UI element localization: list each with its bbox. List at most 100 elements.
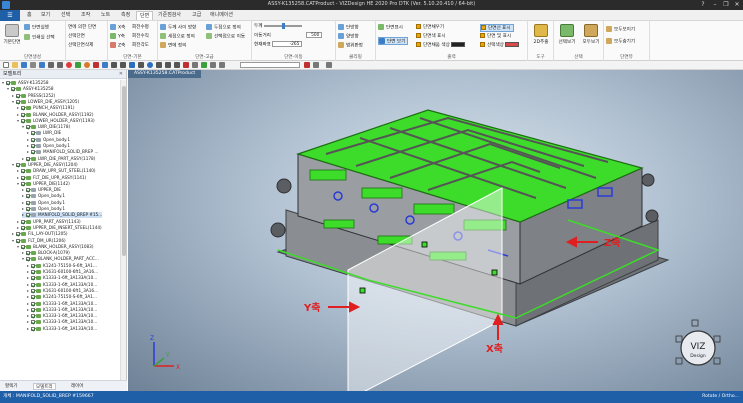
visibility-checkbox[interactable] <box>31 288 35 293</box>
tree-row[interactable]: ▸ K1333-1-6ft_3A133A(10... <box>27 301 97 307</box>
tree-row[interactable]: ▸ BLANK_HOLDER_ASSY(1192) <box>17 112 93 118</box>
polygon-icon[interactable] <box>129 62 135 68</box>
visibility-checkbox[interactable] <box>16 238 20 243</box>
tree-row[interactable]: ▾ LOWER_DIE_ASSY(1205) <box>12 99 79 105</box>
visibility-checkbox[interactable] <box>26 251 30 256</box>
redo-icon[interactable] <box>57 62 63 68</box>
visibility-checkbox[interactable] <box>31 320 35 325</box>
tree-row[interactable]: ▸ UPR_PART_ASSY(1143) <box>17 219 81 225</box>
visibility-checkbox[interactable] <box>31 301 35 306</box>
visibility-checkbox[interactable] <box>21 219 25 224</box>
model-render[interactable]: Z축 Y축 X축 Z X Y VIZ Design <box>128 70 743 391</box>
save-icon[interactable] <box>21 62 27 68</box>
tree-row[interactable]: ▸ Open_body.1 <box>27 137 70 143</box>
tree-row[interactable]: ▸ DRAW_UPR_SUT_STEEL(1140) <box>17 168 96 174</box>
tree-row[interactable]: ▸ K1333-1-6ft_3A133A(10... <box>27 275 97 281</box>
visibility-checkbox[interactable] <box>21 169 25 174</box>
table-icon[interactable] <box>192 62 198 68</box>
scrollbar-thumb[interactable] <box>122 86 126 256</box>
tree-row[interactable]: ▾ UPPER_DIE(1142) <box>17 181 70 187</box>
close-x-icon[interactable] <box>304 62 310 68</box>
search-input[interactable] <box>240 62 300 68</box>
tree-row[interactable]: ▸ BLOCK-A(1079) <box>22 250 70 256</box>
tree-row[interactable]: ▸ PRESS(1252) <box>12 93 55 99</box>
arrow-icon[interactable] <box>102 62 108 68</box>
dimension-icon[interactable] <box>174 62 180 68</box>
menu-note[interactable]: 노트 <box>98 11 113 20</box>
tree-row[interactable]: ▸ K1631-60100-6ft1_3A16... <box>27 269 98 275</box>
tab-layer[interactable]: 레이어 <box>69 383 85 390</box>
tree-row[interactable]: ▾ UPPER_DIE_ASSY(1204) <box>12 162 78 168</box>
tree-row[interactable]: ▸ K1333-1-6ft_3A133A(10... <box>27 307 97 313</box>
sketch-icon[interactable] <box>111 62 117 68</box>
3d-viewport[interactable]: ASSY-K135258.CATProduct Z축 Y축 X축 Z X Y V… <box>128 70 743 391</box>
delete-section-button[interactable]: 선택단면삭제 <box>68 42 93 50</box>
one-way-button[interactable]: 단방향 <box>338 24 359 32</box>
tree-row[interactable]: ▾ FLT_DM_UR(1206) <box>12 238 66 244</box>
tree-row[interactable]: ▸ UPPER_DIE_INSERT_STEEL(1144) <box>17 225 102 231</box>
options-icon[interactable] <box>326 62 332 68</box>
tree-row[interactable]: ▸ LWR_DIE_PART_ASSY(1178) <box>22 156 95 162</box>
visibility-checkbox[interactable] <box>26 213 30 218</box>
help-button[interactable]: ? <box>697 0 709 10</box>
tree-row[interactable]: ▸ K1241-75150-S-6ft_3A1... <box>27 263 97 269</box>
menu-select[interactable]: 선택 <box>58 11 73 20</box>
view-all-button[interactable]: 모두보기 <box>580 22 602 50</box>
pencil-icon[interactable] <box>138 62 144 68</box>
visibility-checkbox[interactable] <box>21 244 25 249</box>
visibility-checkbox[interactable] <box>26 194 30 199</box>
plane-handle-left[interactable] <box>359 287 366 294</box>
section-fill-toggle[interactable]: 단면채우기 <box>416 24 444 32</box>
tree-row[interactable]: ▸ Open_body.1 <box>27 143 70 149</box>
extract-2d-button[interactable]: 2D추출 <box>530 22 552 50</box>
visibility-checkbox[interactable] <box>31 150 35 155</box>
open-folder-icon[interactable] <box>12 62 18 68</box>
visibility-checkbox[interactable] <box>16 93 20 98</box>
menu-reference-check[interactable]: 기준점검사 <box>155 11 184 20</box>
line-icon[interactable] <box>75 62 81 68</box>
rotate-horizontal-button[interactable]: 회전수평 <box>132 24 149 32</box>
select-section-button[interactable]: 선택단면 <box>68 33 85 41</box>
section-view-button[interactable]: 단면 보기 <box>378 37 409 45</box>
tree-row[interactable]: ▸ K1333-1-6ft_3A133A(10... <box>27 326 97 332</box>
visibility-checkbox[interactable] <box>26 207 30 211</box>
fill-color-swatch[interactable] <box>451 42 466 47</box>
basic-section-button[interactable]: 기본단면 <box>1 22 23 50</box>
visibility-checkbox[interactable] <box>16 232 20 237</box>
thickness-slider[interactable] <box>264 22 303 29</box>
camera-icon[interactable] <box>39 62 45 68</box>
run-section-button[interactable]: 단면실행 <box>24 24 49 32</box>
gear-icon[interactable] <box>165 62 171 68</box>
plane-handle-right[interactable] <box>491 269 498 276</box>
file-menu-button[interactable]: ☰ <box>0 10 20 21</box>
visibility-checkbox[interactable] <box>21 181 25 186</box>
undo-icon[interactable] <box>48 62 54 68</box>
visibility-checkbox[interactable] <box>31 326 35 331</box>
tree-row[interactable]: ▸ Open_body.1 <box>22 206 65 212</box>
visibility-checkbox[interactable] <box>26 200 30 205</box>
thickness-input[interactable]: 500 <box>306 32 323 38</box>
tree-row[interactable]: ▾ ASSY-K135258 <box>7 86 53 92</box>
tree-row[interactable]: ▾ LOWER_HOLDER_ASSY(1193) <box>17 118 95 124</box>
visibility-checkbox[interactable] <box>31 263 35 268</box>
visibility-checkbox[interactable] <box>21 225 25 230</box>
move-to-point-button[interactable]: 선택점으로 이동 <box>206 33 245 41</box>
menu-manipulate[interactable]: 조작 <box>78 11 93 20</box>
tree-row[interactable]: ▸ FLT_DIE_UPR_ASSY(1141) <box>17 175 86 181</box>
visibility-checkbox[interactable] <box>21 112 25 117</box>
tree-row[interactable]: ▸ K1241-75150-S-6ft_3A1... <box>27 294 97 300</box>
print-select-button[interactable]: 인쇄실 선택 <box>24 34 55 42</box>
show-all-button[interactable]: 모두보이기 <box>606 26 635 34</box>
tree-row[interactable]: ▸ PUNCH_ASSY(1191) <box>17 105 75 111</box>
tree-scrollbar[interactable] <box>120 80 126 380</box>
visibility-checkbox[interactable] <box>31 307 35 312</box>
menu-animation[interactable]: 애니메이션 <box>207 11 236 20</box>
tree-row[interactable]: ▸ Open_body.1 <box>22 200 65 206</box>
z-axis-button[interactable]: Z축 <box>110 42 125 50</box>
text-icon[interactable] <box>210 62 216 68</box>
visibility-checkbox[interactable] <box>21 118 25 123</box>
section-fill-checkbox[interactable] <box>416 24 421 29</box>
visibility-checkbox[interactable] <box>31 137 35 142</box>
new-file-icon[interactable] <box>3 62 9 68</box>
visibility-checkbox[interactable] <box>31 314 35 319</box>
